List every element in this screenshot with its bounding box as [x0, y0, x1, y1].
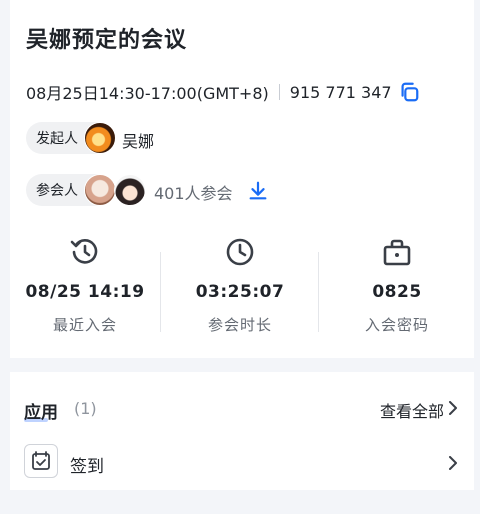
apps-card: 应用 (1) 查看全部 签到 [10, 372, 474, 490]
meeting-title: 吴娜预定的会议 [26, 28, 188, 53]
meeting-time: 08月25日14:30-17:00(GMT+8) [26, 84, 269, 103]
stat-value: 03:25:07 [195, 282, 285, 302]
calendar-check-icon[interactable] [24, 444, 58, 478]
app-item-checkin[interactable]: 签到 [70, 452, 104, 477]
stat-value: 0825 [372, 282, 422, 302]
stat-last-join: 08/25 14:19 最近入会 [10, 236, 160, 335]
meeting-info-card: 吴娜预定的会议 08月25日14:30-17:00(GMT+8) 915 771… [10, 0, 474, 358]
lock-bag-icon [383, 239, 411, 266]
meeting-id: 915 771 347 [289, 82, 392, 102]
clock-icon [226, 238, 254, 266]
meeting-time-row: 08月25日14:30-17:00(GMT+8) 915 771 347 [26, 80, 420, 104]
stat-label: 入会密码 [364, 316, 429, 334]
divider [278, 84, 280, 100]
stat-value: 08/25 14:19 [25, 282, 145, 302]
stat-password: 0825 入会密码 [322, 236, 472, 335]
attendee-count[interactable]: 401人参会 [154, 180, 233, 204]
apps-count: (1) [74, 399, 97, 418]
attendee-avatar[interactable] [114, 174, 146, 206]
attendees-label: 参会人 [36, 183, 78, 199]
copy-icon[interactable] [398, 81, 420, 103]
download-icon[interactable] [247, 180, 269, 202]
initiator-label: 发起人 [36, 131, 78, 147]
divider [318, 252, 319, 332]
initiator-name: 吴娜 [122, 132, 155, 151]
chevron-right-icon[interactable] [446, 456, 460, 470]
history-icon [70, 239, 98, 264]
stat-label: 参会时长 [207, 316, 272, 334]
stat-duration: 03:25:07 参会时长 [165, 236, 315, 335]
initiator-avatar[interactable] [84, 122, 116, 154]
apps-title: 应用 [24, 403, 58, 423]
chevron-right-icon[interactable] [446, 401, 460, 415]
view-all-link[interactable]: 查看全部 [380, 398, 444, 422]
stat-label: 最近入会 [52, 316, 117, 334]
attendee-avatar[interactable] [84, 174, 116, 206]
divider [160, 252, 161, 332]
